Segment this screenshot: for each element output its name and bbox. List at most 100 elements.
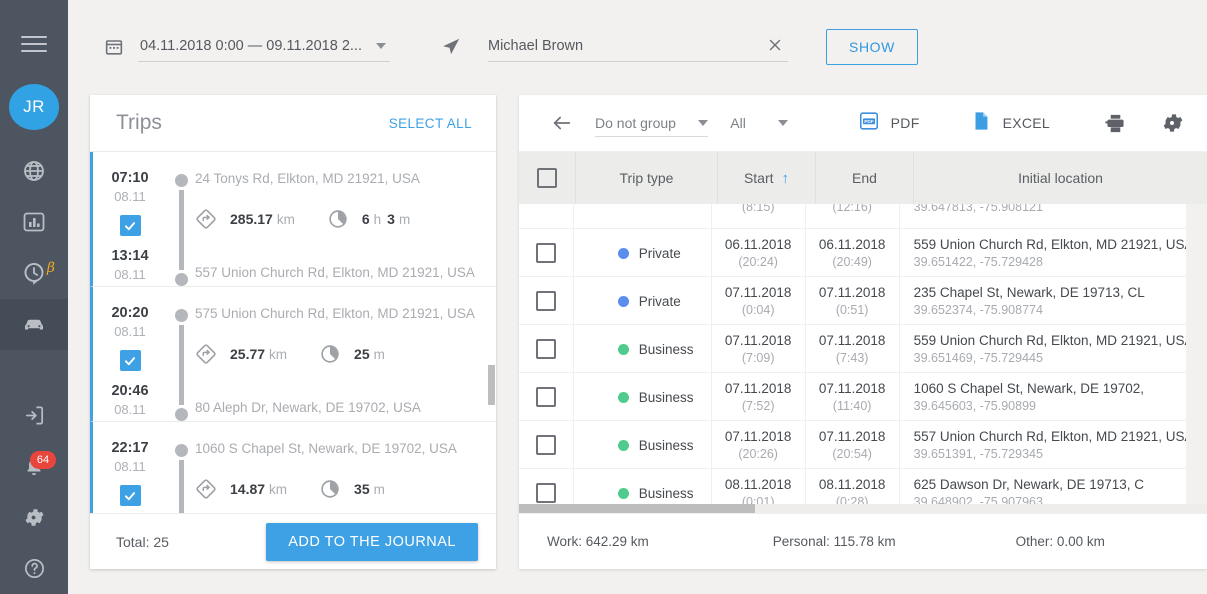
end-date: 07.11.2018 <box>819 429 886 444</box>
trip-checkbox[interactable] <box>120 215 141 236</box>
trips-scrollbar-thumb[interactable] <box>488 365 495 405</box>
date-range-field[interactable]: 04.11.2018 0:00 — 09.11.2018 2... <box>104 32 390 62</box>
chevron-down-icon[interactable] <box>376 43 386 49</box>
row-checkbox[interactable] <box>536 291 556 311</box>
end-time: (20:49) <box>832 255 872 269</box>
row-checkbox[interactable] <box>536 483 556 503</box>
avatar[interactable]: JR <box>9 84 59 130</box>
table-row[interactable]: (8:15)(12:16)39.647813, -75.908121 <box>519 204 1207 229</box>
start-date: 07.11.2018 <box>725 285 792 300</box>
sidebar-item-notifications[interactable]: 64 <box>0 441 68 492</box>
table-toolbar: Do not group All PDF PDF <box>519 95 1207 152</box>
column-header-trip-type[interactable]: Trip type <box>576 152 718 204</box>
row-checkbox[interactable] <box>536 387 556 407</box>
trip-type-label: Business <box>639 342 694 357</box>
location-coords: 39.647813, -75.908121 <box>914 204 1043 214</box>
table-body[interactable]: (8:15)(12:16)39.647813, -75.908121Privat… <box>519 204 1207 513</box>
sidebar-item-logout[interactable] <box>0 390 68 441</box>
sidebar-item-help[interactable] <box>0 543 68 594</box>
trip-checkbox[interactable] <box>120 350 141 371</box>
row-select-cell[interactable] <box>519 229 574 277</box>
chevron-down-icon[interactable] <box>778 120 788 126</box>
trip-type-dot <box>618 344 629 355</box>
settings-gear-icon[interactable] <box>1161 111 1185 135</box>
sidebar-item-history[interactable]: β <box>0 248 68 299</box>
row-checkbox[interactable] <box>536 339 556 359</box>
end-date: 06.11.2018 <box>819 237 886 252</box>
route-icon <box>195 208 217 230</box>
show-button[interactable]: SHOW <box>826 29 918 65</box>
route-icon <box>195 343 217 365</box>
end-date: 08.11.2018 <box>819 477 886 492</box>
back-arrow-icon[interactable] <box>551 112 573 134</box>
group-by-select[interactable]: Do not group <box>595 109 708 137</box>
driver-field[interactable]: Michael Brown <box>440 32 788 62</box>
trip-type-dot <box>618 248 629 259</box>
trip-start-date: 08.11 <box>114 189 146 204</box>
trip-end-date: 08.11 <box>114 267 146 282</box>
location-coords: 39.651391, -75.729345 <box>914 447 1043 461</box>
menu-icon[interactable] <box>0 26 68 62</box>
row-select-cell[interactable] <box>519 204 574 229</box>
location-address: 1060 S Chapel St, Newark, DE 19702, <box>914 381 1144 396</box>
sidebar-item-settings[interactable] <box>0 492 68 543</box>
driver-input[interactable]: Michael Brown <box>488 32 788 62</box>
row-select-cell[interactable] <box>519 325 574 373</box>
table-row[interactable]: Business07.11.2018(7:52)07.11.2018(11:40… <box>519 373 1207 421</box>
add-to-journal-button[interactable]: ADD TO THE JOURNAL <box>266 523 478 561</box>
table-vertical-scrollbar[interactable] <box>1186 204 1207 513</box>
select-all-cell[interactable] <box>519 152 576 204</box>
column-header-start[interactable]: Start ↑ <box>718 152 816 204</box>
sidebar-item-trips[interactable] <box>0 299 68 350</box>
start-time: (7:09) <box>742 351 775 365</box>
date-range-input[interactable]: 04.11.2018 0:00 — 09.11.2018 2... <box>138 32 390 62</box>
row-select-cell[interactable] <box>519 421 574 469</box>
select-all-button[interactable]: SELECT ALL <box>389 116 472 131</box>
summary-work: Work: 642.29 km <box>547 534 649 549</box>
trip-checkbox[interactable] <box>120 485 141 506</box>
trips-scrollbar[interactable] <box>488 152 495 513</box>
table-row[interactable]: Business07.11.2018(7:09)07.11.2018(7:43)… <box>519 325 1207 373</box>
close-icon[interactable] <box>766 36 784 57</box>
trips-table-panel: Do not group All PDF PDF <box>519 95 1207 569</box>
export-excel-button[interactable]: EXCEL <box>970 110 1050 137</box>
trip-type-dot <box>618 392 629 403</box>
trip-card[interactable]: 07:1008.1113:1408.1124 Tonys Rd, Elkton,… <box>90 152 496 287</box>
location-coords: 39.652374, -75.908774 <box>914 303 1043 317</box>
row-select-cell[interactable] <box>519 277 574 325</box>
row-checkbox[interactable] <box>536 243 556 263</box>
row-select-cell[interactable] <box>519 373 574 421</box>
end-time: (12:16) <box>832 204 872 214</box>
table-horizontal-scrollbar[interactable] <box>519 504 1207 513</box>
sidebar-item-map[interactable] <box>0 146 68 197</box>
trip-card[interactable]: 22:1708.111060 S Chapel St, Newark, DE 1… <box>90 422 496 513</box>
chevron-down-icon[interactable] <box>698 120 708 126</box>
sidebar-item-reports[interactable] <box>0 197 68 248</box>
column-header-initial-location[interactable]: Initial location <box>914 152 1207 204</box>
filter-select[interactable]: All <box>730 109 787 137</box>
print-icon[interactable] <box>1104 112 1127 135</box>
column-header-end[interactable]: End <box>816 152 914 204</box>
trip-type-label: Private <box>639 246 681 261</box>
top-toolbar: 04.11.2018 0:00 — 09.11.2018 2... Michae… <box>68 0 1207 93</box>
end-date: 07.11.2018 <box>819 285 886 300</box>
trip-duration-minutes: 25 <box>354 346 370 362</box>
trip-metrics: 14.87km35m <box>195 478 480 500</box>
timeline-end-dot <box>175 273 188 286</box>
timeline-start-dot <box>175 444 188 457</box>
select-all-checkbox[interactable] <box>537 168 557 188</box>
sort-ascending-icon[interactable]: ↑ <box>782 171 790 186</box>
table-row[interactable]: Business07.11.2018(20:26)07.11.2018(20:5… <box>519 421 1207 469</box>
trip-end-address: 80 Aleph Dr, Newark, DE 19702, USA <box>195 399 480 421</box>
start-cell: 07.11.2018(0:04) <box>712 277 806 325</box>
row-checkbox[interactable] <box>536 435 556 455</box>
trip-card[interactable]: 20:2008.1120:4608.11575 Union Church Rd,… <box>90 287 496 422</box>
export-pdf-button[interactable]: PDF PDF <box>858 110 920 137</box>
timeline-end-dot <box>175 408 188 421</box>
table-row[interactable]: Private07.11.2018(0:04)07.11.2018(0:51)2… <box>519 277 1207 325</box>
trip-start-date: 08.11 <box>114 324 146 339</box>
trip-type-dot <box>618 296 629 307</box>
table-row[interactable]: Private06.11.2018(20:24)06.11.2018(20:49… <box>519 229 1207 277</box>
trips-list[interactable]: 07:1008.1113:1408.1124 Tonys Rd, Elkton,… <box>90 152 496 513</box>
table-horizontal-scrollbar-thumb[interactable] <box>519 504 755 513</box>
